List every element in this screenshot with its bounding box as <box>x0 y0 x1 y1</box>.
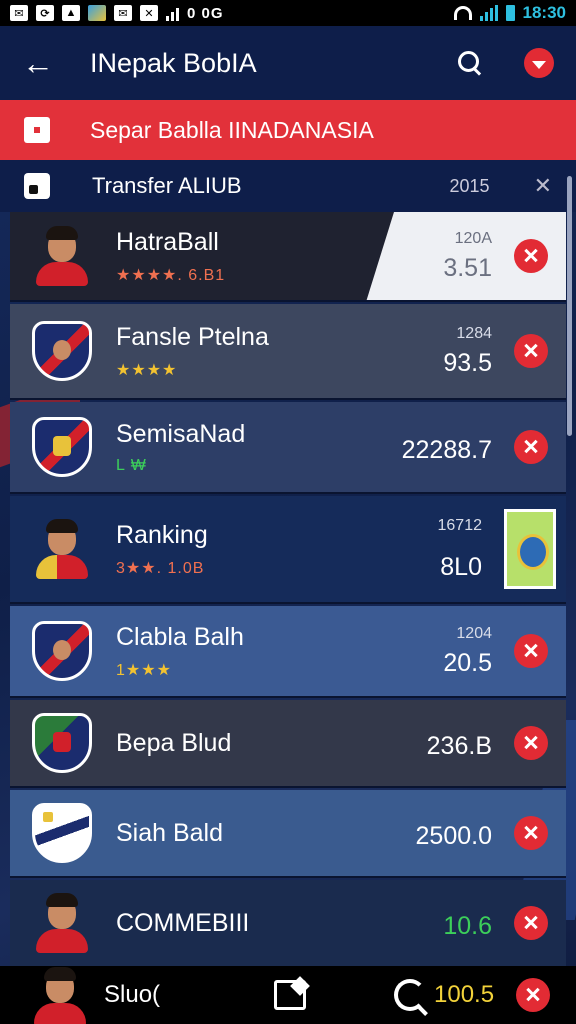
row-big-value: 3.51 <box>443 253 492 282</box>
row-values: 120A 3.51 <box>443 230 492 283</box>
club-flag-thumbnail[interactable] <box>504 509 556 589</box>
sync-icon: ⟳ <box>36 5 54 21</box>
app-bar: ← INepak BobIA <box>0 26 576 100</box>
row-name: Fansle Ptelna <box>116 322 269 351</box>
row-info: Bepa Blud <box>116 729 427 758</box>
player-avatar <box>32 226 92 286</box>
row-info: COMMEBIII <box>116 909 443 938</box>
row-small-value: 120A <box>454 229 492 247</box>
club-badge <box>32 713 92 773</box>
row-name: Siah Bald <box>116 818 224 847</box>
banner-league-icon <box>24 117 50 143</box>
email-icon: ✉ <box>114 5 132 21</box>
section-header: Transfer ALIUB 2015 ✕ <box>0 160 576 212</box>
edit-icon[interactable] <box>274 980 306 1010</box>
list-item[interactable]: COMMEBIII 10.6 <box>10 880 566 968</box>
player-avatar <box>32 519 92 579</box>
row-values: 236.B <box>427 726 492 761</box>
remove-button[interactable] <box>516 978 551 1012</box>
photo-icon: ▲ <box>62 5 80 21</box>
status-time: 18:30 <box>522 3 566 22</box>
row-info: SemisaNad L ₩ <box>116 420 402 475</box>
signal-small-icon <box>166 5 179 21</box>
player-avatar <box>32 321 92 381</box>
row-name: COMMEBIII <box>116 908 250 937</box>
player-avatar <box>32 893 92 953</box>
battery-icon <box>505 5 515 21</box>
club-badge <box>32 803 92 863</box>
row-name: SemisaNad <box>116 419 246 448</box>
remove-button[interactable] <box>514 634 548 668</box>
dropdown-menu-icon[interactable] <box>524 48 554 78</box>
player-avatar <box>32 621 92 681</box>
row-big-value: 8L0 <box>440 552 482 581</box>
list-item[interactable]: SemisaNad L ₩ 22288.7 <box>10 402 566 494</box>
row-rating: L ₩ <box>116 456 147 474</box>
bottom-bar: Sluo( 100.5 <box>0 966 576 1024</box>
remove-button[interactable] <box>514 906 548 940</box>
remove-button[interactable] <box>514 334 548 368</box>
row-rating: ★★★★ <box>116 361 178 379</box>
remove-button[interactable] <box>514 239 548 273</box>
row-big-value: 236.B <box>426 731 492 760</box>
row-rating: 1★★★ <box>116 661 172 679</box>
row-name: Clabla Balh <box>116 622 244 651</box>
row-big-value: 2500.0 <box>415 821 492 850</box>
status-right: 18:30 <box>453 3 566 23</box>
carrier-text: 0 0G <box>187 4 224 22</box>
row-values: 1204 20.5 <box>443 625 492 678</box>
row-rating: 3★★. 1.0B <box>116 559 205 577</box>
bottom-value: 100.5 <box>434 981 495 1008</box>
row-values: 1284 93.5 <box>443 325 492 378</box>
remove-button[interactable] <box>514 816 548 850</box>
remove-button[interactable] <box>514 726 548 760</box>
mail-icon: ✉ <box>10 5 28 21</box>
list-item[interactable]: Bepa Blud 236.B <box>10 700 566 788</box>
status-bar: ✉ ⟳ ▲ ✉ ✕ 0 0G 18:30 <box>0 0 576 26</box>
list-item[interactable]: Clabla Balh 1★★★ 1204 20.5 <box>10 606 566 698</box>
row-small-value: 1204 <box>456 624 492 642</box>
list-item[interactable]: HatraBall ★★★★. 6.B1 120A 3.51 <box>10 212 566 302</box>
row-big-value: 93.5 <box>443 348 492 377</box>
player-avatar <box>30 967 86 1024</box>
search-icon[interactable] <box>456 49 484 77</box>
row-values: 22288.7 <box>402 430 492 465</box>
section-close-icon[interactable]: ✕ <box>534 173 552 199</box>
remove-button[interactable] <box>514 430 548 464</box>
club-badge <box>32 417 92 477</box>
row-values: 10.6 <box>443 906 492 941</box>
row-small-value: 16712 <box>437 516 483 534</box>
row-info: Ranking 3★★. 1.0B <box>116 521 438 578</box>
list-item[interactable]: Siah Bald 2500.0 <box>10 790 566 878</box>
missed-call-icon: ✕ <box>140 5 158 21</box>
row-big-value: 20.5 <box>443 648 492 677</box>
row-name: Bepa Blud <box>116 728 232 757</box>
bottom-label: Sluo( <box>104 981 161 1008</box>
row-info: Siah Bald <box>116 819 416 848</box>
cell-signal-icon <box>479 5 498 21</box>
back-arrow-icon[interactable]: ← <box>22 47 56 79</box>
row-info: Clabla Balh 1★★★ <box>116 623 443 680</box>
row-big-value: 10.6 <box>443 911 492 940</box>
transfer-icon <box>24 173 50 199</box>
list-item[interactable]: Ranking 3★★. 1.0B 16712 8L0 <box>10 496 566 604</box>
app-icon <box>88 5 106 21</box>
club-emblem <box>53 436 71 456</box>
row-small-value: 1284 <box>456 324 492 342</box>
row-values: 2500.0 <box>416 816 492 851</box>
scrollbar[interactable] <box>567 176 572 436</box>
page-title: INepak BobIA <box>90 47 257 78</box>
league-banner[interactable]: Separ Bablla IINADANASIA <box>0 100 576 160</box>
section-count: 2015 <box>449 175 490 196</box>
row-name: Ranking <box>116 520 208 549</box>
banner-text: Separ Bablla IINADANASIA <box>90 116 374 143</box>
section-title: Transfer ALIUB <box>92 173 242 198</box>
refresh-icon[interactable] <box>394 979 426 1011</box>
row-values: 16712 8L0 <box>438 517 483 582</box>
row-info: Fansle Ptelna ★★★★ <box>116 323 443 380</box>
wifi-icon <box>453 6 472 20</box>
status-left: ✉ ⟳ ▲ ✉ ✕ 0 0G <box>10 5 224 22</box>
list-item[interactable]: Fansle Ptelna ★★★★ 1284 93.5 <box>10 304 566 400</box>
row-big-value: 22288.7 <box>401 435 492 464</box>
